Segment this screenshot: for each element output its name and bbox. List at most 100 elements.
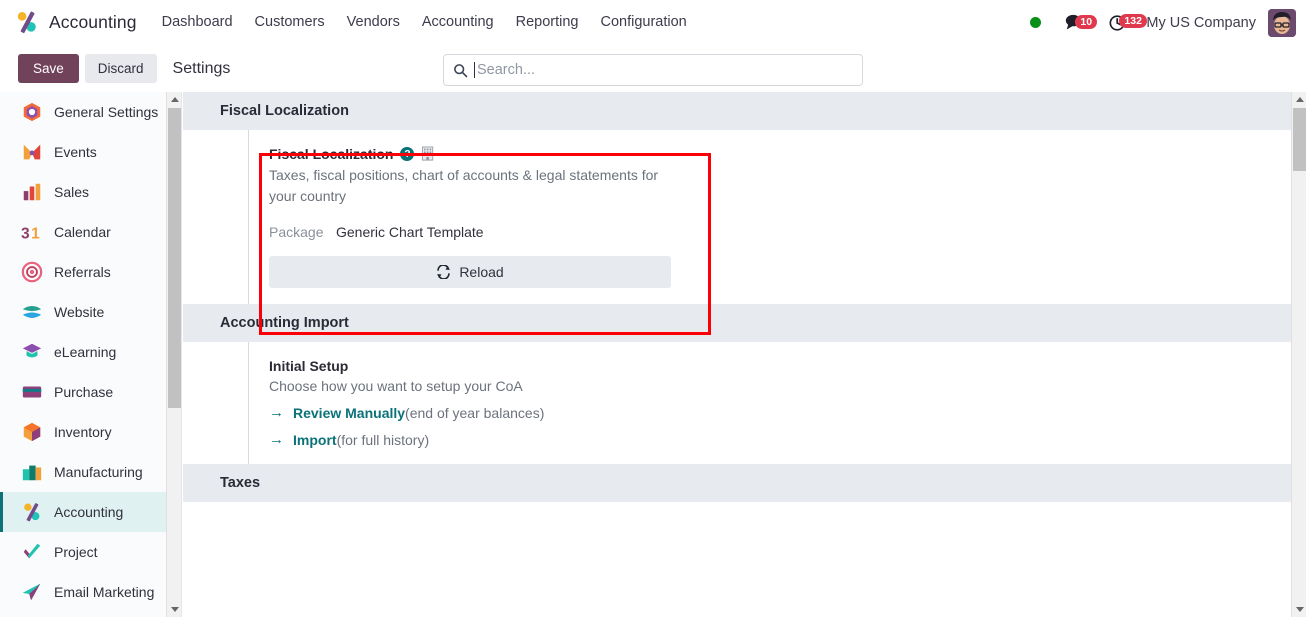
initial-setup-card: Initial Setup Choose how you want to set… <box>248 342 748 464</box>
reload-button[interactable]: Reload <box>269 256 671 288</box>
sidebar-scroll-down-button[interactable] <box>167 602 181 617</box>
import-link[interactable]: Import <box>293 432 337 448</box>
sidebar-item-referrals[interactable]: Referrals <box>0 252 181 292</box>
section-body-taxes <box>183 502 1291 617</box>
fiscal-localization-title: Fiscal Localization <box>269 146 394 162</box>
building-icon <box>422 146 434 161</box>
sidebar-item-sales[interactable]: Sales <box>0 172 181 212</box>
accounting-icon <box>24 503 40 522</box>
package-value[interactable]: Generic Chart Template <box>336 224 484 240</box>
sidebar-label: General Settings <box>54 104 159 120</box>
project-icon <box>23 543 41 559</box>
sidebar-label: Website <box>54 304 105 320</box>
purchase-icon <box>22 386 42 398</box>
sidebar-scroll-up-button[interactable] <box>167 92 181 107</box>
sidebar-item-calendar[interactable]: 3 1 Calendar <box>0 212 181 252</box>
help-question-icon[interactable]: ? <box>400 147 415 161</box>
sidebar-scroll-thumb[interactable] <box>168 108 181 408</box>
review-manually-row: → Review Manually (end of year balances) <box>269 404 748 421</box>
arrow-right-icon: → <box>269 431 284 448</box>
section-header-fiscal-localization: Fiscal Localization <box>183 92 1291 130</box>
package-field-row: Package Generic Chart Template <box>269 224 680 240</box>
sidebar-label: Events <box>54 144 97 160</box>
menu-customers[interactable]: Customers <box>244 8 336 36</box>
activities-badge: 132 <box>1119 13 1147 28</box>
main-menu: Dashboard Customers Vendors Accounting R… <box>151 8 698 36</box>
sidebar-item-purchase[interactable]: Purchase <box>0 372 181 412</box>
sidebar-item-elearning[interactable]: eLearning <box>0 332 181 372</box>
messages-badge: 10 <box>1075 14 1098 29</box>
menu-configuration[interactable]: Configuration <box>589 8 697 36</box>
calendar-icon: 3 1 <box>21 225 40 242</box>
sidebar-item-inventory[interactable]: Inventory <box>0 412 181 452</box>
arrow-right-icon: → <box>269 404 284 421</box>
reload-label: Reload <box>459 264 504 280</box>
section-header-accounting-import: Accounting Import <box>183 304 1291 342</box>
svg-text:1: 1 <box>31 225 40 242</box>
menu-dashboard[interactable]: Dashboard <box>151 8 244 36</box>
menu-vendors[interactable]: Vendors <box>336 8 411 36</box>
website-icon <box>22 306 42 318</box>
initial-setup-title: Initial Setup <box>269 358 349 374</box>
settings-content: Fiscal Localization Fiscal Localization … <box>183 92 1291 617</box>
search-icon <box>454 63 468 77</box>
review-manually-note: (end of year balances) <box>405 404 545 421</box>
sidebar-item-project[interactable]: Project <box>0 532 181 572</box>
menu-reporting[interactable]: Reporting <box>505 8 590 36</box>
sales-icon <box>23 183 41 201</box>
import-note: (for full history) <box>336 431 430 448</box>
sidebar-item-email-marketing[interactable]: Email Marketing <box>0 572 181 612</box>
main-scroll-down-button[interactable] <box>1292 602 1306 617</box>
sidebar-label: eLearning <box>54 344 117 360</box>
general-settings-icon <box>23 102 41 122</box>
sidebar-label: Sales <box>54 184 90 200</box>
sidebar-item-accounting[interactable]: Accounting <box>0 492 181 532</box>
settings-scroll-area: Fiscal Localization Fiscal Localization … <box>183 92 1291 617</box>
online-status-dot <box>1030 17 1042 28</box>
review-manually-link[interactable]: Review Manually <box>293 405 405 421</box>
package-label: Package <box>269 224 324 240</box>
accounting-app-logo-icon <box>17 11 36 34</box>
sidebar-label: Inventory <box>54 424 112 440</box>
sidebar-label: Accounting <box>54 504 124 520</box>
sidebar-scrollbar[interactable] <box>166 92 181 617</box>
section-body-accounting-import: Initial Setup Choose how you want to set… <box>183 342 1291 464</box>
sidebar-item-general-settings[interactable]: General Settings <box>0 92 181 132</box>
chevron-down-icon <box>170 607 179 612</box>
main-scrollbar[interactable] <box>1291 92 1306 617</box>
events-icon <box>23 144 41 160</box>
company-switcher[interactable]: My US Company <box>1146 15 1256 31</box>
initial-setup-description: Choose how you want to setup your CoA <box>269 378 523 394</box>
sidebar-item-website[interactable]: Website <box>0 292 181 332</box>
sidebar-item-manufacturing[interactable]: Manufacturing <box>0 452 181 492</box>
discard-button[interactable]: Discard <box>84 54 157 83</box>
referrals-icon <box>21 261 43 283</box>
messages-button[interactable]: 10 <box>1058 14 1098 32</box>
refresh-icon <box>437 265 451 279</box>
manufacturing-icon <box>22 465 42 481</box>
activities-button[interactable]: 132 <box>1102 13 1147 33</box>
sidebar-label: Calendar <box>54 224 111 240</box>
page-body: General Settings Events Sales 3 1 Calend… <box>0 92 1306 617</box>
settings-sidebar: General Settings Events Sales 3 1 Calend… <box>0 92 182 617</box>
fiscal-localization-card: Fiscal Localization ? Taxes, fiscal posi… <box>248 130 680 304</box>
section-body-fiscal-localization: Fiscal Localization ? Taxes, fiscal posi… <box>183 130 1291 304</box>
sidebar-item-events[interactable]: Events <box>0 132 181 172</box>
user-avatar[interactable] <box>1268 8 1296 37</box>
save-button[interactable]: Save <box>18 54 79 83</box>
sidebar-label: Referrals <box>54 264 111 280</box>
section-header-taxes: Taxes <box>183 464 1291 502</box>
search-input[interactable]: Search... <box>443 54 863 86</box>
search-placeholder: Search... <box>477 62 536 78</box>
chevron-down-icon <box>1295 607 1304 612</box>
chevron-up-icon <box>1295 97 1304 102</box>
chevron-up-icon <box>170 97 179 102</box>
app-brand[interactable]: Accounting <box>14 9 137 35</box>
sidebar-label: Manufacturing <box>54 464 143 480</box>
fiscal-localization-title-row: Fiscal Localization ? <box>269 146 680 162</box>
menu-accounting[interactable]: Accounting <box>411 8 505 36</box>
sidebar-label: Email Marketing <box>54 584 155 600</box>
main-scroll-thumb[interactable] <box>1293 108 1306 171</box>
main-scroll-up-button[interactable] <box>1292 92 1306 107</box>
sidebar-label: Purchase <box>54 384 114 400</box>
